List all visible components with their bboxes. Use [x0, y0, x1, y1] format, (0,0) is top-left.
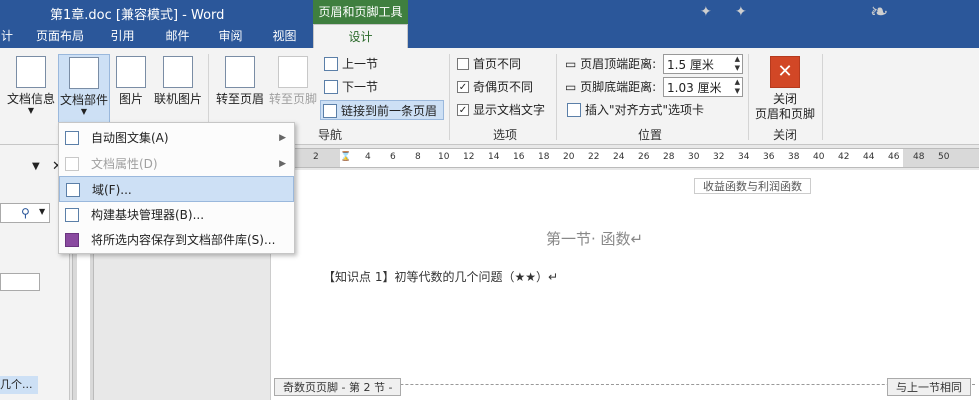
submenu-arrow-icon: ▶: [279, 159, 286, 169]
menu-item-autotext[interactable]: 自动图文集(A) ▶: [59, 125, 294, 151]
goto-footer-button[interactable]: 转至页脚: [267, 54, 319, 126]
link-icon: [323, 104, 337, 118]
insert-alignment-tab-button[interactable]: 插入"对齐方式"选项卡: [565, 100, 725, 120]
position-group-label: 位置: [637, 128, 662, 142]
spinner-arrows-icon[interactable]: ▲ ▼: [735, 78, 740, 96]
group-separator: [822, 54, 823, 140]
leaf-decoration-icon: ❧: [870, 0, 889, 25]
doc-info-button[interactable]: 文档信息 ▼: [6, 54, 56, 126]
header-top-icon: ▭: [565, 57, 577, 71]
spinner-arrows-icon[interactable]: ▲ ▼: [735, 55, 740, 73]
tab-mailings[interactable]: 邮件: [155, 24, 200, 48]
show-text-checkbox[interactable]: ✓ 显示文档文字: [455, 100, 545, 120]
contextual-tab-group: 页眉和页脚工具: [313, 0, 408, 24]
footer-bottom-icon: ▭: [565, 80, 577, 94]
document-parts-icon: [69, 57, 99, 89]
footer-bottom-spinner[interactable]: ▭ 页脚底端距离: 1.03 厘米 ▲ ▼: [565, 77, 745, 97]
first-page-checkbox[interactable]: 首页不同: [455, 54, 521, 74]
header-top-input[interactable]: 1.5 厘米 ▲ ▼: [663, 54, 743, 74]
odd-page-footer-tag: 奇数页页脚 - 第 2 节 -: [274, 378, 402, 396]
same-as-previous-tag: 与上一节相同: [887, 378, 971, 396]
header-text[interactable]: 收益函数与利润函数: [694, 178, 811, 194]
autotext-icon: [65, 131, 79, 145]
goto-footer-icon: [278, 56, 308, 88]
bird-decoration-icon: ✦: [735, 4, 747, 20]
nav-heading-item[interactable]: 几个...: [0, 376, 38, 394]
menu-item-building-blocks[interactable]: 构建基块管理器(B)...: [59, 202, 294, 228]
tab-view[interactable]: 视图: [262, 24, 307, 48]
checkbox-checked-icon: ✓: [457, 104, 469, 116]
alignment-tab-icon: [567, 103, 581, 117]
menu-item-doc-property[interactable]: 文档属性(D) ▶: [59, 151, 294, 177]
prev-section-button[interactable]: 上一节: [322, 54, 442, 74]
save-gallery-icon: [65, 233, 79, 247]
picture-icon: [116, 56, 146, 88]
menu-item-save-to-gallery[interactable]: 将所选内容保存到文档部件库(S)...: [59, 227, 294, 253]
submenu-arrow-icon: ▶: [279, 133, 286, 143]
doc-parts-button[interactable]: 文档部件 ▼: [58, 54, 110, 126]
nav-input-field[interactable]: [0, 273, 40, 291]
odd-even-checkbox[interactable]: ✓ 奇偶页不同: [455, 77, 533, 97]
chevron-down-icon: ▼: [80, 107, 88, 116]
close-group-label: 关闭: [772, 128, 797, 142]
indent-marker-icon[interactable]: ⌛: [340, 152, 351, 162]
checkbox-checked-icon: ✓: [457, 81, 469, 93]
next-section-button[interactable]: 下一节: [322, 77, 442, 97]
group-separator: [556, 54, 557, 140]
doc-parts-menu: 自动图文集(A) ▶ 文档属性(D) ▶ 域(F)... 构建基块管理器(B).…: [58, 122, 295, 254]
online-picture-button[interactable]: 联机图片: [152, 54, 204, 126]
document-info-icon: [16, 56, 46, 88]
link-to-previous-button[interactable]: 链接到前一条页眉: [320, 100, 444, 120]
doc-property-icon: [65, 157, 79, 171]
document-page[interactable]: 收益函数与利润函数 第一节· 函数↵ 【知识点 1】初等代数的几个问题（★★）↵: [270, 170, 979, 400]
online-picture-icon: [163, 56, 193, 88]
bird-decoration-icon: ✦: [700, 4, 712, 20]
tab-design[interactable]: 设计: [313, 24, 408, 48]
group-separator: [449, 54, 450, 140]
nav-search-box[interactable]: ⚲ ▼: [0, 203, 50, 223]
menu-item-field[interactable]: 域(F)...: [59, 176, 294, 202]
tab-partial[interactable]: 计: [0, 24, 14, 48]
close-header-footer-button[interactable]: ✕ 关闭 页眉和页脚: [752, 54, 818, 126]
window-title: 第1章.doc [兼容模式] - Word: [50, 8, 225, 23]
checkbox-unchecked-icon: [457, 58, 469, 70]
tab-references[interactable]: 引用: [100, 24, 145, 48]
search-icon: ⚲: [21, 206, 30, 220]
chevron-down-icon[interactable]: ▼: [39, 207, 45, 216]
building-blocks-icon: [65, 208, 79, 222]
field-icon: [66, 183, 80, 197]
goto-header-button[interactable]: 转至页眉: [213, 54, 267, 126]
group-separator: [748, 54, 749, 140]
nav-group-label: 导航: [317, 128, 342, 142]
chevron-down-icon: ▼: [27, 106, 35, 115]
goto-header-icon: [225, 56, 255, 88]
pane-options-icon[interactable]: ▼: [32, 161, 40, 172]
prev-section-icon: [324, 57, 338, 71]
ribbon-tabs: 计 页面布局 引用 邮件 审阅 视图 设计: [0, 24, 979, 48]
header-top-spinner[interactable]: ▭ 页眉顶端距离: 1.5 厘米 ▲ ▼: [565, 54, 745, 74]
section-title[interactable]: 第一节· 函数↵: [546, 228, 643, 249]
knowledge-point-line[interactable]: 【知识点 1】初等代数的几个问题（★★）↵: [323, 268, 558, 285]
footer-bottom-input[interactable]: 1.03 厘米 ▲ ▼: [663, 77, 743, 97]
title-bar: 第1章.doc [兼容模式] - Word ✦ ✦ ❧: [0, 0, 979, 25]
tab-page-layout[interactable]: 页面布局: [30, 24, 90, 48]
close-icon: ✕: [770, 56, 800, 88]
next-section-icon: [324, 80, 338, 94]
tab-review[interactable]: 审阅: [208, 24, 253, 48]
horizontal-ruler: 2 ⌛ 4 6 8 10 12 14 16 18 20 22 24 26 28 …: [270, 148, 979, 168]
picture-button[interactable]: 图片: [114, 54, 148, 126]
options-group-label: 选项: [492, 128, 517, 142]
